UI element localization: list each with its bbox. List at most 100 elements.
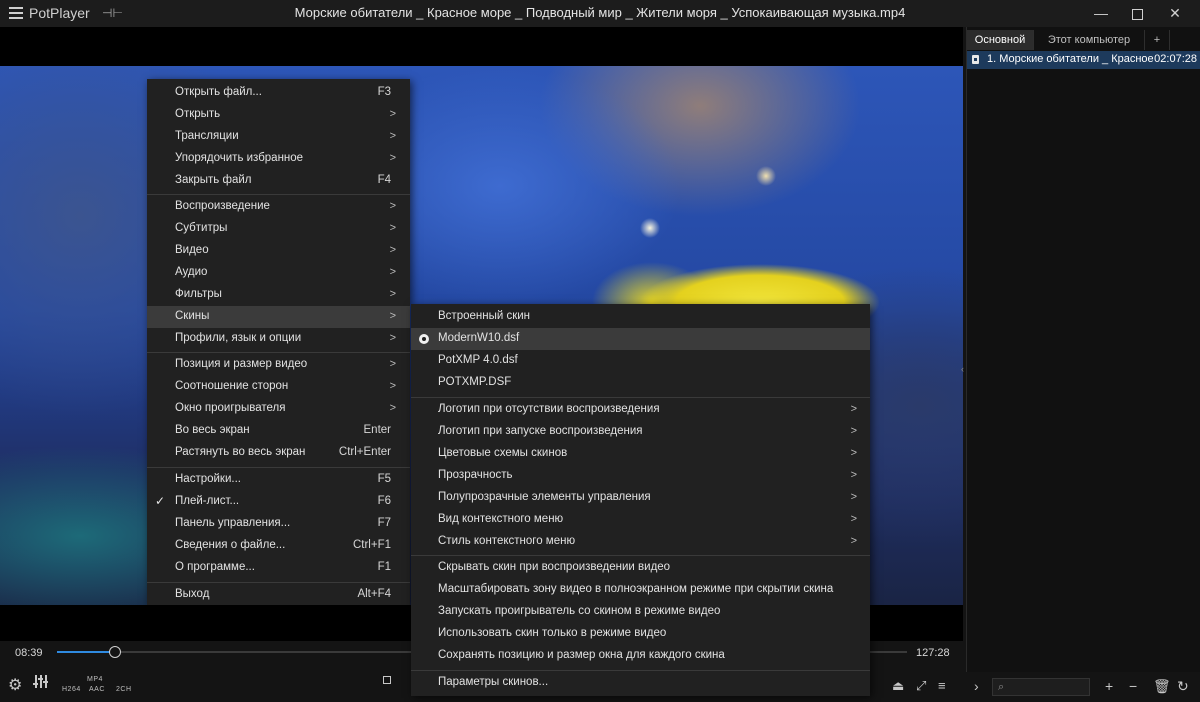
skin-menu-item-label: Встроенный скин [438,310,531,322]
menu-item-shortcut: Ctrl+Enter [338,446,391,458]
menu-item-label: Профили, язык и опции [175,332,302,344]
menu-separator [147,194,410,195]
menu-item-label: О программе... [175,561,255,573]
maximize-button[interactable] [1119,2,1155,24]
skin-menu-item[interactable]: Сохранять позицию и размер окна для кажд… [411,645,870,667]
eject-icon[interactable]: ⏏ [892,678,904,694]
skin-menu-item[interactable]: Встроенный скин [411,306,870,328]
add-tab-button[interactable]: + [1145,30,1170,50]
skin-menu-item-label: Логотип при отсутствии воспроизведения [438,403,660,415]
menu-item[interactable]: Соотношение сторон > [147,376,410,398]
menu-item[interactable]: Настройки... F5 [147,469,410,491]
skin-menu-item-label: PotXMP 4.0.dsf [438,354,518,366]
context-menu: Открыть файл... F3 Открыть > Трансляции > Упор… [147,79,410,605]
skin-menu-item-label: Полупрозрачные элементы управления [438,491,651,503]
menu-item[interactable]: Субтитры > [147,218,410,240]
menu-item[interactable]: Трансляции > [147,126,410,148]
playlist-item-duration: 02:07:28 [1154,53,1197,65]
skin-menu-item[interactable]: Скрывать скин при воспроизведении видео [411,557,870,579]
menu-item-label: Растянуть во весь экран [175,446,306,458]
pin-icon[interactable]: ⊣⊢ [102,6,123,20]
equalizer-icon[interactable] [33,675,48,689]
menu-item[interactable]: Закрыть файл F4 [147,170,410,192]
submenu-arrow-icon: > [389,244,396,256]
menu-item[interactable]: ✓ Плей-лист... F6 [147,491,410,513]
menu-item-shortcut: F1 [377,561,391,573]
menu-item-label: Позиция и размер видео [175,358,308,370]
menu-item-label: Видео [175,244,209,256]
tab-this-computer[interactable]: Этот компьютер [1034,30,1145,50]
skin-menu-item-label: POTXMP.DSF [438,376,512,388]
menu-item[interactable]: Окно проигрывателя > [147,398,410,420]
menu-item-label: Плей-лист... [175,495,240,507]
skin-menu-item[interactable]: Стиль контекстного меню > [411,531,870,553]
file-icon [972,55,979,64]
skin-menu-item[interactable]: POTXMP.DSF [411,372,870,394]
refresh-icon[interactable]: ↻ [1177,678,1189,695]
add-icon[interactable]: + [1105,678,1113,694]
skin-menu-item-label: Использовать скин только в режиме видео [438,627,667,639]
chevron-right-icon[interactable]: › [974,678,979,694]
menu-item[interactable]: Воспроизведение > [147,196,410,218]
main-menu-icon[interactable] [9,7,23,19]
menu-item[interactable]: Позиция и размер видео > [147,354,410,376]
skin-menu-item-label: Стиль контекстного меню [438,535,576,547]
menu-item[interactable]: Аудио > [147,262,410,284]
skin-menu-item[interactable]: ModernW10.dsf [411,328,870,350]
delete-icon[interactable]: 🗑 [1153,678,1171,695]
skin-menu-item-label: Прозрачность [438,469,513,481]
skin-menu-item[interactable]: Вид контекстного меню > [411,509,870,531]
settings-gear-icon[interactable]: ⚙ [8,675,22,695]
menu-item[interactable]: Открыть > [147,104,410,126]
menu-item-shortcut: F7 [377,517,391,529]
submenu-arrow-icon: > [389,200,396,212]
menu-item[interactable]: Растянуть во весь экран Ctrl+Enter [147,442,410,464]
skin-menu-item[interactable]: Цветовые схемы скинов > [411,443,870,465]
skin-menu-item[interactable]: Полупрозрачные элементы управления > [411,487,870,509]
menu-item-label: Воспроизведение [175,200,270,212]
skin-menu-item-label: Цветовые схемы скинов [438,447,568,459]
stop-icon[interactable] [383,676,391,684]
menu-item[interactable]: Сведения о файле... Ctrl+F1 [147,535,410,557]
skin-menu-item[interactable]: Использовать скин только в режиме видео [411,623,870,645]
submenu-arrow-icon: > [389,266,396,278]
menu-item-shortcut: F3 [377,86,391,98]
playlist-item[interactable]: 1. Морские обитатели _ Красное море _ По… [967,51,1200,69]
app-name[interactable]: PotPlayer [29,5,90,21]
seek-knob[interactable] [109,646,121,658]
menu-item[interactable]: Во весь экран Enter [147,420,410,442]
playlist-search-input[interactable]: ⌕ [992,678,1090,696]
skin-menu-item[interactable]: Масштабировать зону видео в полноэкранно… [411,579,870,601]
close-button[interactable]: ✕ [1157,2,1193,24]
menu-item-shortcut: F4 [377,174,391,186]
menu-item[interactable]: О программе... F1 [147,557,410,579]
remove-icon[interactable]: − [1129,678,1137,694]
menu-item[interactable]: Профили, язык и опции > [147,328,410,350]
skin-menu-item[interactable]: PotXMP 4.0.dsf [411,350,870,372]
menu-item-shortcut: Ctrl+F1 [352,539,391,551]
skin-menu-item-label: Запускать проигрыватель со скином в режи… [438,605,721,617]
minimize-button[interactable]: — [1083,2,1119,24]
submenu-arrow-icon: > [389,108,396,120]
playlist-toggle-icon[interactable]: ≡ [938,678,946,693]
tab-main[interactable]: Основной [967,30,1034,50]
menu-item[interactable]: Скины > [147,306,410,328]
fullscreen-icon[interactable]: ⤢ [916,678,926,694]
menu-item-shortcut: F6 [377,495,391,507]
playlist-item-name: 1. Морские обитатели _ Красное море _ По… [987,53,1153,65]
panel-resize-handle[interactable]: ‹ [961,364,964,374]
menu-item[interactable]: Выход Alt+F4 [147,584,410,606]
radio-selected-icon [419,334,429,344]
menu-item[interactable]: Открыть файл... F3 [147,82,410,104]
skin-menu-item[interactable]: Логотип при запуске воспроизведения > [411,421,870,443]
skin-menu-item[interactable]: Прозрачность > [411,465,870,487]
menu-item[interactable]: Упорядочить избранное > [147,148,410,170]
menu-item-label: Соотношение сторон [175,380,289,392]
skin-menu-item[interactable]: Запускать проигрыватель со скином в режи… [411,601,870,623]
skin-menu-item[interactable]: Параметры скинов... [411,672,870,694]
menu-item[interactable]: Панель управления... F7 [147,513,410,535]
skin-menu-item[interactable]: Логотип при отсутствии воспроизведения > [411,399,870,421]
menu-item-label: Скины [175,310,210,322]
menu-item[interactable]: Видео > [147,240,410,262]
menu-item[interactable]: Фильтры > [147,284,410,306]
